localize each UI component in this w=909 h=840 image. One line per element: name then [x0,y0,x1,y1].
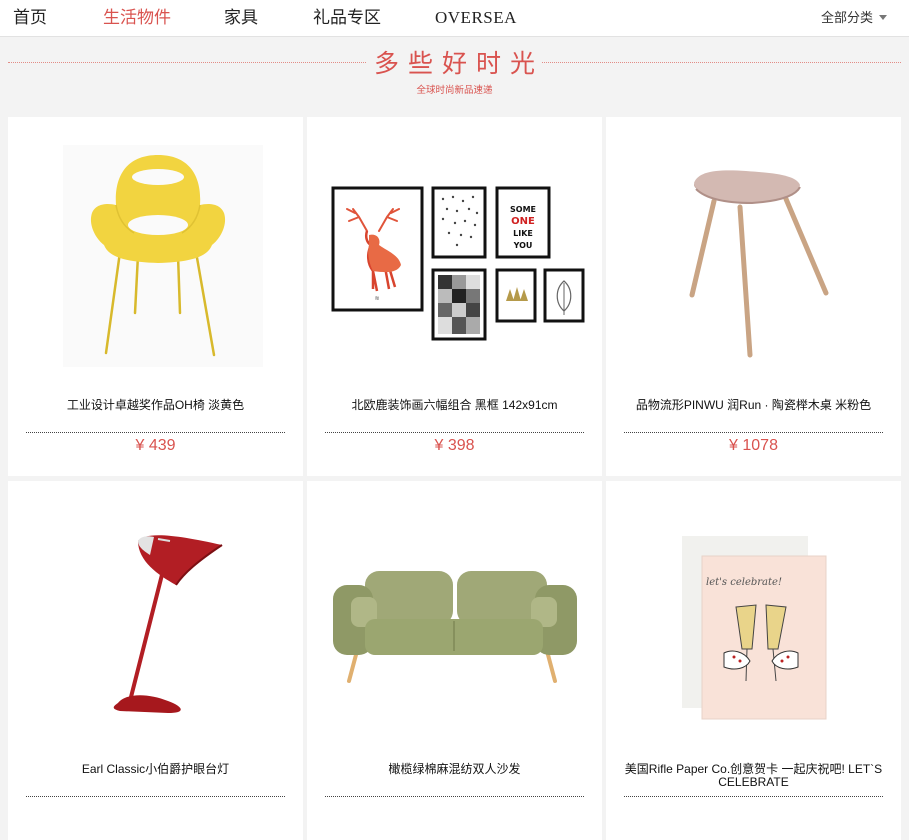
top-nav: 首页 生活物件 家具 礼品专区 OVERSEA 全部分类 [0,0,909,37]
product-image[interactable]: ≋ SOME ONE LIKE YOU [307,117,602,387]
red-lamp-icon [113,535,223,713]
product-name[interactable]: 品物流形PINWU 润Run · 陶瓷榉木桌 米粉色 [616,399,891,412]
product-card[interactable]: 橄榄绿棉麻混纺双人沙发 [307,481,602,840]
category-dropdown[interactable]: 全部分类 [821,0,887,36]
poster-word: LIKE [513,229,533,238]
product-image[interactable] [8,481,303,751]
poster-word: YOU [513,241,533,250]
product-divider [624,432,883,433]
product-card[interactable]: 品物流形PINWU 润Run · 陶瓷榉木桌 米粉色 ¥ 1078 [606,117,901,476]
product-name[interactable]: 美国Rifle Paper Co.创意贺卡 一起庆祝吧! LET`S CELEB… [616,763,891,789]
nav-item-home[interactable]: 首页 [13,0,47,36]
product-name[interactable]: 北欧鹿装饰画六幅组合 黑框 142x91cm [317,399,592,412]
section-banner: 多些好时光 全球时尚新品速递 [0,37,909,115]
product-card[interactable]: Earl Classic小伯爵护眼台灯 [8,481,303,840]
celebrate-card-icon: let's celebrate! [682,536,827,720]
product-divider [26,796,285,797]
chevron-down-icon [879,15,887,21]
product-card[interactable]: ≋ SOME ONE LIKE YOU 北欧鹿装饰画六幅组合 黑框 142x91… [307,117,602,476]
nav-item-gifts[interactable]: 礼品专区 [313,0,381,36]
svg-text:≋: ≋ [374,295,379,302]
product-divider [325,796,584,797]
product-image[interactable] [8,117,303,387]
product-card[interactable]: let's celebrate! 美国Rifle Paper Co.创意贺卡 一… [606,481,901,840]
product-image[interactable] [606,117,901,387]
banner-subtitle: 全球时尚新品速递 [416,85,493,96]
product-name[interactable]: Earl Classic小伯爵护眼台灯 [18,763,293,776]
product-card[interactable]: 工业设计卓越奖作品OH椅 淡黄色 ¥ 439 [8,117,303,476]
product-price: ¥ 398 [434,437,475,454]
product-divider [624,796,883,797]
nav-item-furniture[interactable]: 家具 [224,0,258,36]
poster-word: ONE [511,216,535,227]
banner-title: 多些好时光 [373,49,544,78]
yellow-chair-icon [63,145,263,367]
green-sofa-icon [333,571,577,683]
product-name[interactable]: 工业设计卓越奖作品OH椅 淡黄色 [18,399,293,412]
product-divider [26,432,285,433]
category-dropdown-label: 全部分类 [820,10,873,25]
product-image[interactable] [307,481,602,751]
nav-item-oversea[interactable]: OVERSEA [435,0,517,36]
product-divider [325,432,584,433]
ceramic-stool-icon [689,170,829,358]
product-name[interactable]: 橄榄绿棉麻混纺双人沙发 [317,763,592,776]
product-image[interactable]: let's celebrate! [606,481,901,751]
product-price: ¥ 439 [135,437,176,454]
product-price: ¥ 1078 [729,437,778,454]
nav-item-life-objects[interactable]: 生活物件 [103,0,171,36]
poster-word: SOME [510,205,536,214]
deer-frames-icon: ≋ SOME ONE LIKE YOU [331,186,585,341]
card-script-text: let's celebrate! [706,577,782,588]
